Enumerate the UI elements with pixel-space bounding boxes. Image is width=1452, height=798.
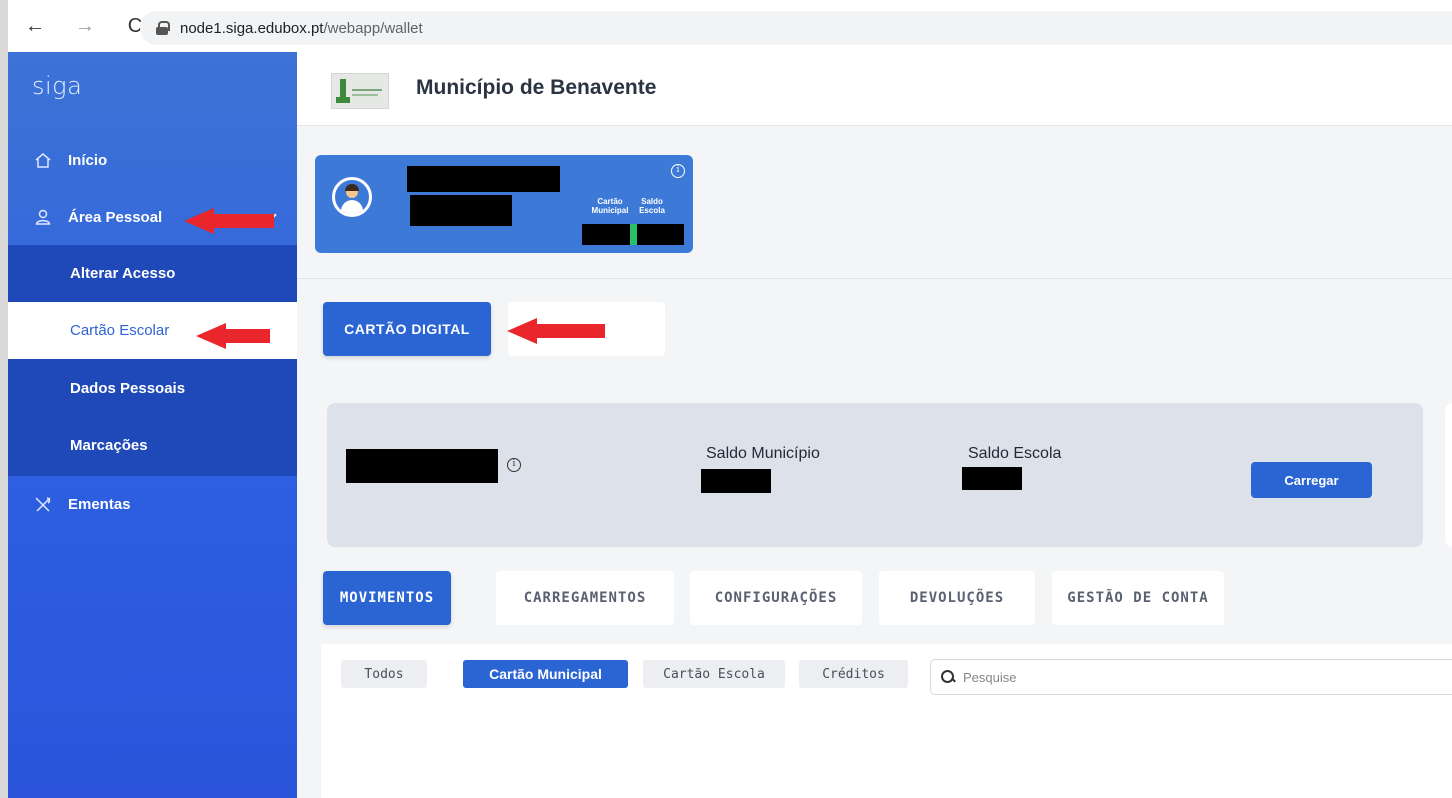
page-header: Município de Benavente [297, 52, 1452, 126]
redacted-id [410, 195, 512, 226]
carregar-button[interactable]: Carregar [1251, 462, 1372, 498]
search-input[interactable] [963, 669, 1443, 685]
cutlery-icon [34, 495, 52, 513]
status-indicator [630, 224, 637, 245]
redacted-saldo-escola [962, 467, 1022, 490]
search-icon [941, 670, 955, 684]
label-cartao-municipal: Cartão Municipal [591, 197, 629, 215]
saldo-municipio-label: Saldo Município [706, 445, 820, 462]
balance-card: i Saldo Município Saldo Escola Carregar [327, 403, 1423, 547]
redacted-name [407, 166, 560, 192]
user-icon [34, 208, 52, 226]
main-content: Município de Benavente i Cartão Municipa… [297, 52, 1452, 798]
sidebar-item-label: Ementas [68, 495, 131, 513]
sidebar-item-label: Início [68, 151, 108, 169]
address-bar[interactable]: node1.siga.edubox.pt/webapp/wallet [140, 11, 1452, 45]
page-title: Município de Benavente [416, 76, 657, 99]
url-text: node1.siga.edubox.pt/webapp/wallet [180, 19, 423, 37]
submenu-item-label: Cartão Escolar [70, 322, 170, 339]
tab-devolucoes[interactable]: DEVOLUÇÕES [879, 571, 1035, 625]
filter-creditos[interactable]: Créditos [799, 660, 908, 688]
search-box[interactable] [930, 659, 1452, 695]
filter-todos[interactable]: Todos [341, 660, 427, 688]
back-button[interactable]: ← [20, 15, 50, 38]
info-icon[interactable]: i [507, 458, 521, 472]
lock-icon [156, 21, 170, 35]
annotation-arrow [196, 323, 270, 349]
redacted-saldo-municipio [701, 469, 771, 493]
submenu-item-label: Dados Pessoais [70, 380, 186, 397]
tab-carregamentos[interactable]: CARREGAMENTOS [496, 571, 674, 625]
info-icon[interactable]: i [671, 164, 685, 178]
next-card-edge [1445, 403, 1452, 547]
submenu-area-pessoal: Alterar Acesso Cartão Escolar Dados Pess… [8, 245, 297, 476]
forward-button[interactable]: → [70, 15, 100, 38]
window-edge [0, 0, 8, 798]
submenu-item-dados-pessoais[interactable]: Dados Pessoais [8, 360, 297, 417]
filter-cartao-escola[interactable]: Cartão Escola [643, 660, 785, 688]
annotation-arrow [184, 208, 274, 234]
brand-logo[interactable]: siga [32, 72, 82, 100]
municipality-logo [331, 73, 389, 109]
submenu-item-marcacoes[interactable]: Marcações [8, 417, 297, 474]
sidebar-item-label: Área Pessoal [68, 208, 163, 226]
filter-panel: Todos Cartão Municipal Cartão Escola Cré… [321, 644, 1452, 798]
profile-card[interactable]: i Cartão Municipal Saldo Escola [315, 155, 693, 253]
avatar [332, 177, 372, 217]
sidebar: siga Início Área Pessoal Alterar Acesso … [8, 52, 297, 798]
redacted-municipal-balance [582, 224, 630, 245]
filter-cartao-municipal[interactable]: Cartão Municipal [463, 660, 628, 688]
label-saldo-escola: Saldo Escola [639, 197, 665, 215]
tab-configuracoes[interactable]: CONFIGURAÇÕES [690, 571, 862, 625]
sidebar-item-ementas[interactable]: Ementas [8, 476, 297, 532]
tab-movimentos[interactable]: MOVIMENTOS [323, 571, 451, 625]
redacted-card-number [346, 449, 498, 483]
sidebar-item-inicio[interactable]: Início [8, 132, 297, 188]
tab-gestao-de-conta[interactable]: GESTÃO DE CONTA [1052, 571, 1224, 625]
digital-card-button[interactable]: CARTÃO DIGITAL [323, 302, 491, 356]
saldo-escola-label: Saldo Escola [968, 445, 1062, 462]
submenu-item-label: Alterar Acesso [70, 265, 176, 282]
redacted-school-balance [637, 224, 684, 245]
home-icon [34, 151, 52, 169]
submenu-item-alterar-acesso[interactable]: Alterar Acesso [8, 245, 297, 302]
browser-toolbar: ← → C node1.siga.edubox.pt/webapp/wallet [0, 0, 1452, 52]
submenu-item-label: Marcações [70, 437, 148, 454]
annotation-arrow [507, 318, 605, 344]
